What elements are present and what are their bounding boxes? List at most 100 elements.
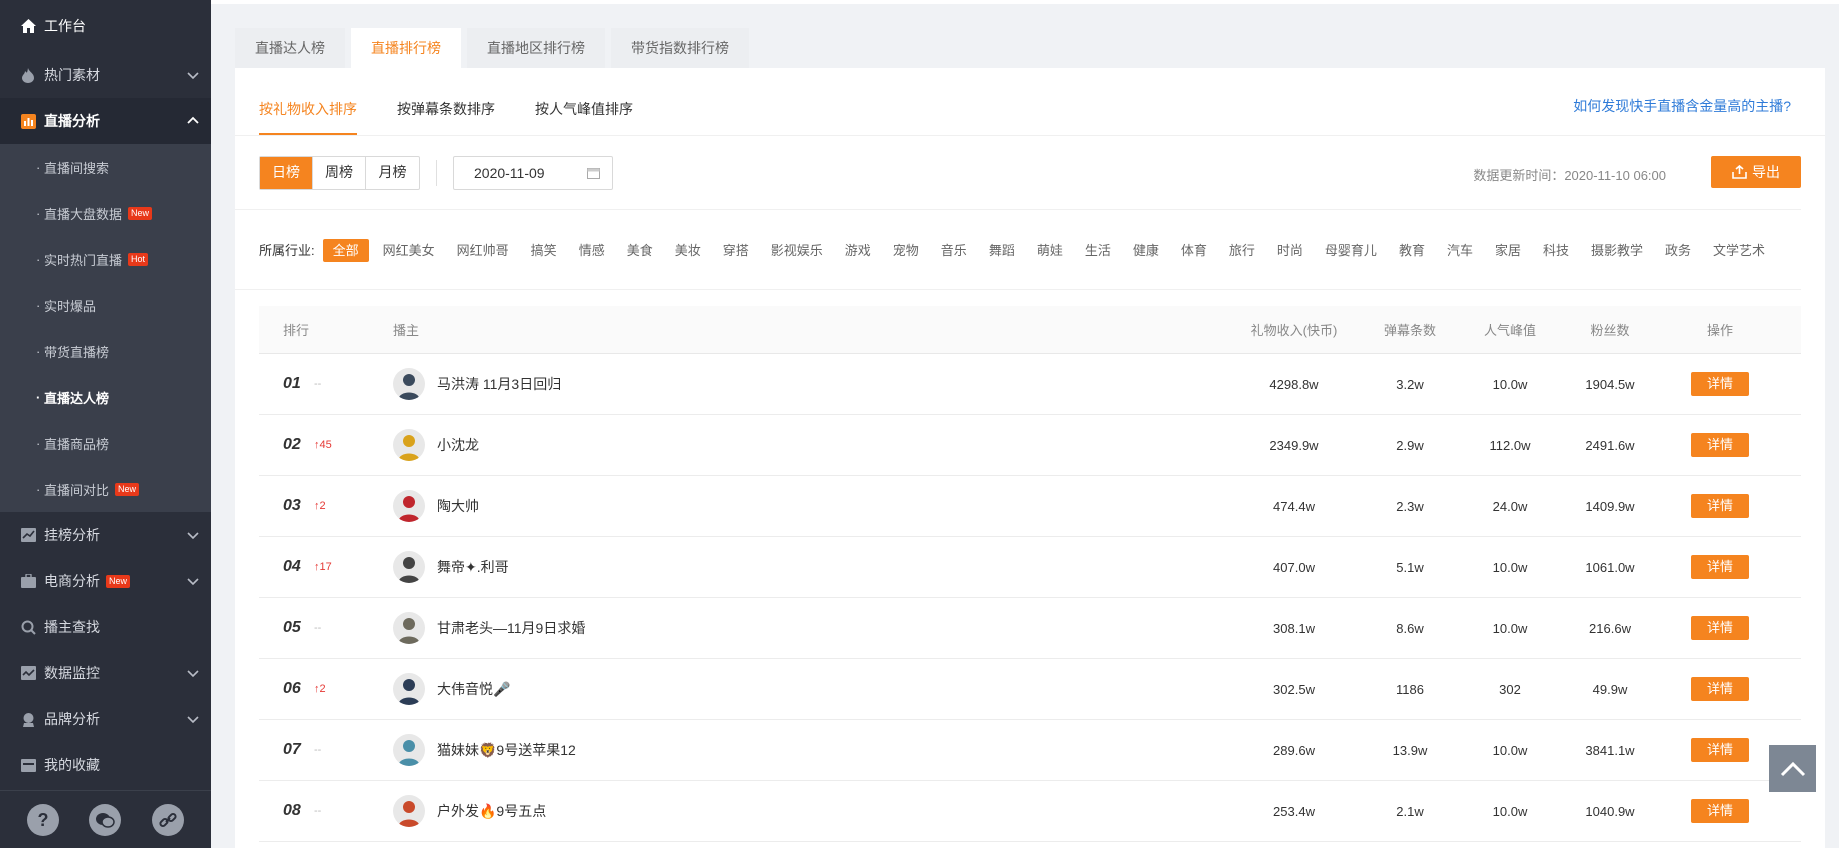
industry-chip[interactable]: 网红帅哥 — [457, 243, 509, 258]
host-name[interactable]: 陶大帅 — [437, 496, 479, 516]
detail-button[interactable]: 详情 — [1691, 738, 1749, 762]
nav-data-monitor[interactable]: 数据监控 — [0, 650, 211, 696]
avatar[interactable] — [393, 734, 425, 766]
sort-by-gift[interactable]: 按礼物收入排序 — [259, 93, 357, 135]
host-name[interactable]: 户外发🔥9号五点 — [437, 801, 546, 821]
avatar[interactable] — [393, 429, 425, 461]
tab-live-ranking[interactable]: 直播排行榜 — [351, 28, 461, 68]
period-monthly[interactable]: 月榜 — [366, 157, 419, 189]
avatar[interactable] — [393, 490, 425, 522]
sub-item-4[interactable]: · 带货直播榜 — [0, 328, 211, 374]
industry-chip[interactable]: 美妆 — [675, 243, 701, 258]
industry-chip[interactable]: 搞笑 — [531, 243, 557, 258]
nav-hot-material[interactable]: 热门素材 — [0, 52, 211, 98]
back-to-top-button[interactable] — [1769, 745, 1816, 792]
sub-label: 直播间搜索 — [43, 160, 109, 176]
industry-chip[interactable]: 家居 — [1495, 243, 1521, 258]
host-name[interactable]: 马洪涛 11月3日回归 — [437, 374, 561, 394]
industry-chip[interactable]: 文学艺术 — [1713, 243, 1765, 258]
host-name[interactable]: 舞帝✦.利哥 — [437, 557, 509, 577]
sub-item-2[interactable]: · 实时热门直播 Hot — [0, 236, 211, 282]
industry-chip[interactable]: 宠物 — [893, 243, 919, 258]
sub-item-7[interactable]: · 直播间对比 New — [0, 466, 211, 512]
industry-chip[interactable]: 网红美女 — [383, 243, 435, 258]
detail-button[interactable]: 详情 — [1691, 372, 1749, 396]
industry-chip[interactable]: 舞蹈 — [989, 243, 1015, 258]
nav-brand-analysis[interactable]: 品牌分析 — [0, 696, 211, 742]
industry-chip[interactable]: 体育 — [1181, 243, 1207, 258]
period-daily[interactable]: 日榜 — [260, 156, 313, 189]
host-name[interactable]: 大伟音悦🎤 — [437, 679, 510, 699]
sub-item-1[interactable]: · 直播大盘数据 New — [0, 190, 211, 236]
sub-item-3[interactable]: · 实时爆品 — [0, 282, 211, 328]
nav-live-analysis[interactable]: 直播分析 — [0, 98, 211, 144]
help-link[interactable]: 如何发现快手直播含金量高的主播? — [1573, 96, 1791, 116]
bullet: · — [36, 481, 44, 497]
header-gift[interactable]: 礼物收入(快币) — [1229, 320, 1359, 339]
industry-chip[interactable]: 汽车 — [1447, 243, 1473, 258]
avatar[interactable] — [393, 368, 425, 400]
sub-item-0[interactable]: · 直播间搜索 — [0, 144, 211, 190]
bullet: · — [36, 389, 44, 405]
industry-chip[interactable]: 教育 — [1399, 243, 1425, 258]
tab-live-region[interactable]: 直播地区排行榜 — [467, 28, 605, 68]
industry-chip[interactable]: 游戏 — [845, 243, 871, 258]
bullet: · — [36, 205, 44, 221]
period-weekly[interactable]: 周榜 — [313, 156, 366, 189]
fans-count: 1061.0w — [1585, 559, 1635, 575]
detail-button[interactable]: 详情 — [1691, 677, 1749, 701]
sort-by-danmu[interactable]: 按弹幕条数排序 — [397, 93, 495, 135]
tab-live-talent[interactable]: 直播达人榜 — [235, 28, 345, 68]
detail-button[interactable]: 详情 — [1691, 616, 1749, 640]
industry-chip[interactable]: 生活 — [1085, 243, 1111, 258]
header-danmu[interactable]: 弹幕条数 — [1359, 320, 1461, 339]
sub-item-5[interactable]: · 直播达人榜 — [0, 374, 211, 420]
industry-chip[interactable]: 情感 — [579, 243, 605, 258]
avatar[interactable] — [393, 673, 425, 705]
date-picker[interactable]: 2020-11-09 — [453, 155, 613, 190]
ranking-table: 排行 播主 礼物收入(快币) 弹幕条数 人气峰值 粉丝数 操作 01 -- 马洪涛 … — [259, 306, 1801, 842]
help-icon[interactable]: ? — [27, 803, 60, 836]
link-icon[interactable] — [151, 803, 184, 836]
popularity-peak: 24.0w — [1492, 498, 1528, 514]
host-name[interactable]: 小沈龙 — [437, 435, 479, 455]
avatar[interactable] — [393, 612, 425, 644]
industry-chip[interactable]: 萌娃 — [1037, 243, 1063, 258]
industry-chip[interactable]: 音乐 — [941, 243, 967, 258]
table-row: 05 -- 甘肃老头—11月9日求婚 308.1w 8.6w 10.0w 216.6w 详情 — [259, 598, 1801, 659]
gift-income: 2349.9w — [1269, 437, 1319, 453]
nav-favorites[interactable]: 我的收藏 — [0, 742, 211, 788]
host-name[interactable]: 甘肃老头—11月9日求婚 — [437, 618, 585, 638]
sort-by-popularity[interactable]: 按人气峰值排序 — [535, 93, 633, 135]
tab-sales-index[interactable]: 带货指数排行榜 — [611, 28, 749, 68]
nav-workbench[interactable]: 工作台 — [0, 0, 211, 52]
avatar[interactable] — [393, 795, 425, 827]
industry-chip[interactable]: 健康 — [1133, 243, 1159, 258]
operation-cell: 详情 — [1669, 372, 1771, 396]
fire-icon — [20, 67, 36, 83]
industry-chip[interactable]: 穿搭 — [723, 243, 749, 258]
industry-chip[interactable]: 旅行 — [1229, 243, 1255, 258]
industry-chip[interactable]: 时尚 — [1277, 243, 1303, 258]
industry-chip[interactable]: 摄影教学 — [1591, 243, 1643, 258]
industry-chip[interactable]: 全部 — [322, 239, 369, 262]
industry-chip[interactable]: 母婴育儿 — [1325, 243, 1377, 258]
nav-rank-analysis[interactable]: 挂榜分析 — [0, 512, 211, 558]
industry-chip[interactable]: 美食 — [627, 243, 653, 258]
industry-chip[interactable]: 科技 — [1543, 243, 1569, 258]
avatar[interactable] — [393, 551, 425, 583]
industry-chip[interactable]: 影视娱乐 — [771, 243, 823, 258]
industry-chip[interactable]: 政务 — [1665, 243, 1691, 258]
detail-button[interactable]: 详情 — [1691, 433, 1749, 457]
detail-button[interactable]: 详情 — [1691, 555, 1749, 579]
gift-income: 474.4w — [1273, 498, 1315, 514]
header-popularity[interactable]: 人气峰值 — [1461, 320, 1559, 339]
wechat-icon[interactable] — [89, 803, 122, 836]
detail-button[interactable]: 详情 — [1691, 494, 1749, 518]
export-button[interactable]: 导出 — [1711, 156, 1801, 188]
nav-host-search[interactable]: 播主查找 — [0, 604, 211, 650]
sub-item-6[interactable]: · 直播商品榜 — [0, 420, 211, 466]
nav-ecommerce-analysis[interactable]: 电商分析 New — [0, 558, 211, 604]
detail-button[interactable]: 详情 — [1691, 799, 1749, 823]
host-name[interactable]: 猫妹妹🦁9号送苹果12 — [437, 740, 576, 760]
